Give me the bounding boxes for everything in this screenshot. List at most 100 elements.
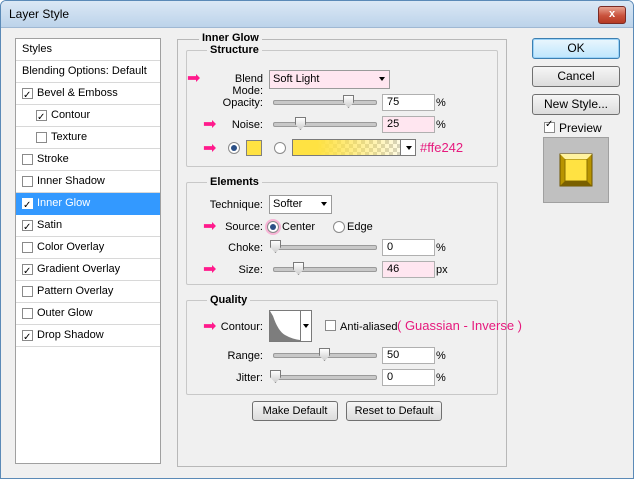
source-center-label: Center	[282, 221, 316, 233]
size-input[interactable]: 46	[382, 261, 435, 278]
gradient-overlay-checkbox[interactable]	[22, 261, 33, 282]
chevron-down-icon	[379, 77, 385, 81]
contour-dropdown-button[interactable]	[300, 310, 312, 342]
texture-checkbox[interactable]	[36, 132, 47, 143]
style-item-color-overlay[interactable]: Color Overlay	[16, 237, 160, 259]
style-item-label: Satin	[37, 219, 63, 231]
style-item-stroke[interactable]: Stroke	[16, 149, 160, 171]
pointer-arrow-icon: ➡	[187, 70, 201, 87]
size-label: Size:	[238, 264, 263, 276]
close-button[interactable]: x	[598, 6, 626, 24]
inner-shadow-checkbox[interactable]	[22, 176, 33, 187]
style-item-inner-shadow[interactable]: Inner Shadow	[16, 171, 160, 193]
satin-checkbox[interactable]	[22, 217, 33, 238]
blend-mode-dropdown[interactable]: Soft Light	[269, 70, 390, 89]
jitter-unit: %	[436, 372, 446, 384]
opacity-input[interactable]: 75	[382, 94, 435, 111]
pattern-overlay-checkbox[interactable]	[22, 286, 33, 297]
gradient-radio[interactable]	[274, 142, 286, 154]
source-center-radio[interactable]	[267, 221, 279, 233]
style-item-label: Texture	[51, 131, 88, 143]
style-item-label: Gradient Overlay	[37, 263, 121, 275]
styles-header-label: Styles	[22, 43, 52, 55]
blending-options-item[interactable]: Blending Options: Default	[16, 61, 160, 83]
preview-label: Preview	[559, 121, 602, 135]
range-label: Range:	[227, 350, 263, 362]
solid-color-radio[interactable]	[228, 142, 240, 154]
gradient-dropdown-button[interactable]	[400, 140, 415, 155]
anti-aliased-checkbox[interactable]	[325, 320, 336, 331]
jitter-slider[interactable]	[270, 370, 377, 383]
bevel-emboss-checkbox[interactable]	[22, 85, 33, 106]
chevron-down-icon	[303, 324, 309, 328]
ok-button[interactable]: OK	[532, 38, 620, 59]
jitter-input[interactable]: 0	[382, 369, 435, 386]
reset-to-default-button[interactable]: Reset to Default	[346, 401, 442, 421]
stroke-checkbox[interactable]	[22, 154, 33, 165]
choke-unit: %	[436, 242, 446, 254]
noise-input[interactable]: 25	[382, 116, 435, 133]
chevron-down-icon	[406, 146, 412, 150]
style-item-bevel-emboss[interactable]: Bevel & Emboss	[16, 83, 160, 106]
technique-dropdown[interactable]: Softer	[269, 195, 332, 214]
style-item-label: Inner Glow	[37, 197, 91, 209]
range-input[interactable]: 50	[382, 347, 435, 364]
noise-label: Noise:	[231, 119, 263, 131]
noise-slider[interactable]	[273, 117, 377, 130]
size-unit: px	[436, 264, 448, 276]
contour-label: Contour:	[220, 321, 263, 333]
panel-title: Inner Glow	[199, 32, 262, 44]
style-item-label: Pattern Overlay	[37, 285, 114, 297]
blend-mode-value: Soft Light	[273, 73, 320, 85]
make-default-button[interactable]: Make Default	[252, 401, 338, 421]
size-slider[interactable]	[273, 262, 377, 275]
contour-preview[interactable]	[269, 310, 301, 342]
technique-label: Technique:	[209, 199, 263, 211]
glow-gradient-picker[interactable]	[292, 139, 416, 156]
style-item-label: Contour	[51, 109, 91, 121]
layer-style-dialog: Layer Style x Styles Blending Options: D…	[0, 0, 634, 479]
style-item-satin[interactable]: Satin	[16, 215, 160, 238]
blend-mode-label: Blend Mode:	[232, 73, 263, 97]
style-item-outer-glow[interactable]: Outer Glow	[16, 303, 160, 325]
contour-checkbox[interactable]	[36, 107, 47, 128]
contour-curve-icon	[270, 311, 300, 341]
elements-legend: Elements	[207, 176, 262, 188]
style-item-texture[interactable]: Texture	[16, 127, 160, 149]
style-item-label: Outer Glow	[37, 307, 93, 319]
new-style-button[interactable]: New Style...	[532, 94, 620, 115]
style-item-label: Stroke	[37, 153, 69, 165]
close-icon: x	[608, 8, 616, 20]
range-unit: %	[436, 350, 446, 362]
opacity-label: Opacity:	[222, 97, 263, 109]
drop-shadow-checkbox[interactable]	[22, 327, 33, 348]
preview-checkbox[interactable]	[544, 119, 555, 133]
title-bar[interactable]: Layer Style x	[1, 1, 633, 28]
style-item-pattern-overlay[interactable]: Pattern Overlay	[16, 281, 160, 303]
source-label: Source:	[225, 221, 263, 233]
source-edge-label: Edge	[347, 221, 373, 233]
range-slider[interactable]	[273, 348, 377, 361]
structure-legend: Structure	[207, 44, 262, 56]
style-preview-icon	[559, 153, 593, 187]
technique-value: Softer	[273, 198, 303, 210]
opacity-slider[interactable]	[273, 95, 377, 108]
dialog-body: Styles Blending Options: Default Bevel &…	[7, 31, 629, 473]
opacity-unit: %	[436, 97, 446, 109]
style-item-contour[interactable]: Contour	[16, 105, 160, 128]
source-edge-radio[interactable]	[333, 221, 345, 233]
choke-slider[interactable]	[270, 240, 377, 253]
color-overlay-checkbox[interactable]	[22, 242, 33, 253]
style-item-drop-shadow[interactable]: Drop Shadow	[16, 325, 160, 348]
style-item-gradient-overlay[interactable]: Gradient Overlay	[16, 259, 160, 282]
outer-glow-checkbox[interactable]	[22, 308, 33, 319]
noise-unit: %	[436, 119, 446, 131]
blending-options-label: Blending Options: Default	[22, 65, 147, 77]
styles-header[interactable]: Styles	[16, 39, 160, 61]
choke-input[interactable]: 0	[382, 239, 435, 256]
style-item-label: Inner Shadow	[37, 175, 105, 187]
style-item-inner-glow[interactable]: Inner Glow	[16, 193, 160, 216]
glow-color-swatch[interactable]	[246, 140, 262, 156]
inner-glow-checkbox[interactable]	[22, 195, 33, 216]
cancel-button[interactable]: Cancel	[532, 66, 620, 87]
